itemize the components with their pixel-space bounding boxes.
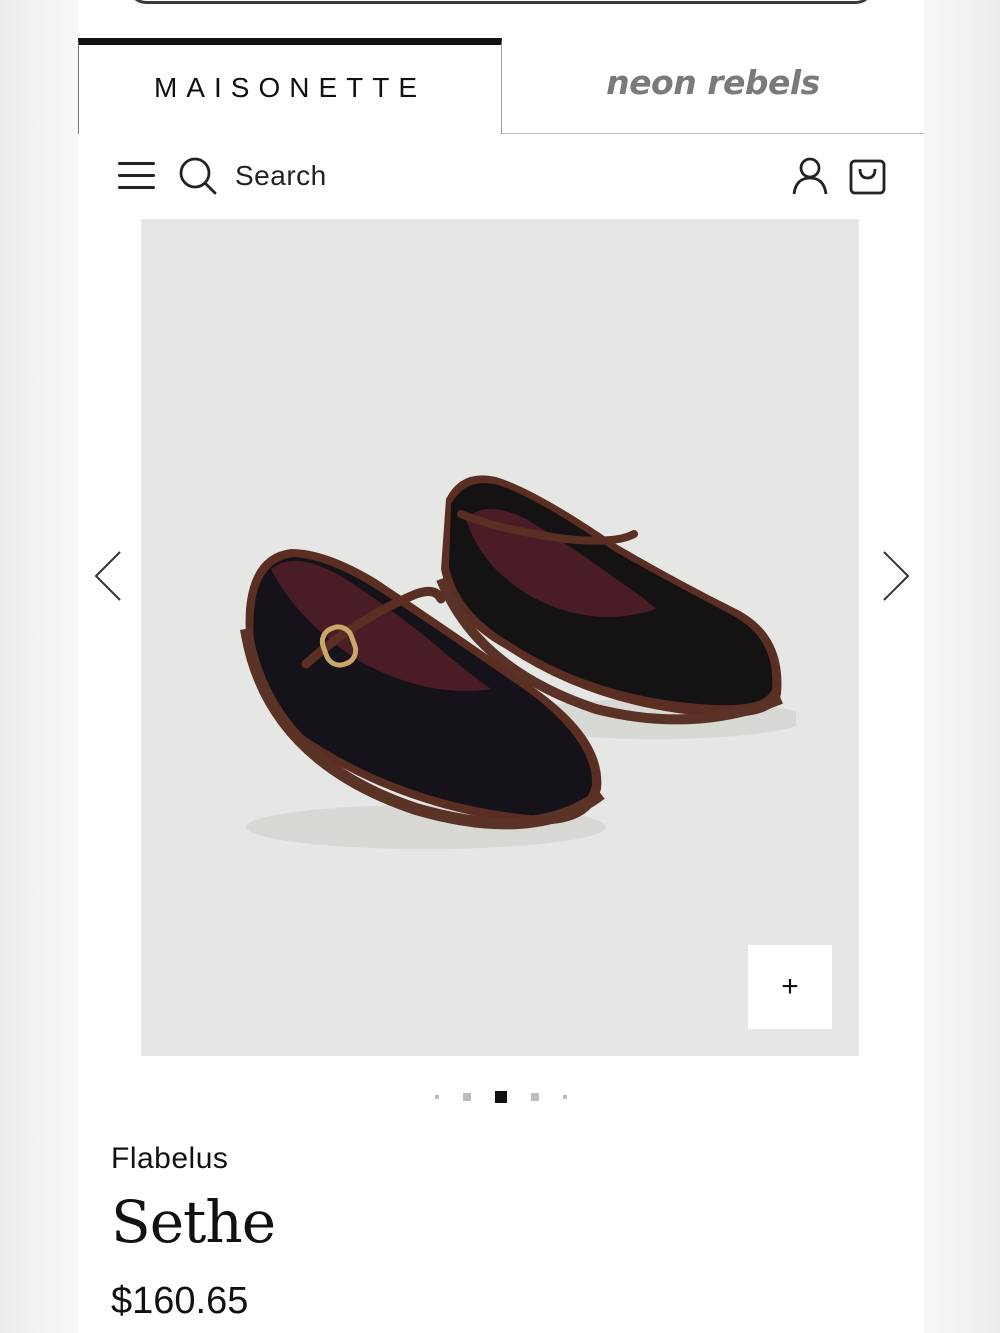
previous-image-arrow[interactable] (90, 548, 130, 604)
product-brand[interactable]: Flabelus (111, 1142, 228, 1176)
product-image-gallery[interactable]: + (141, 219, 859, 1056)
gallery-dot[interactable] (563, 1095, 567, 1099)
product-page: MAISONETTE neon rebels Search + Flabelus… (78, 0, 924, 1333)
brand-switcher: MAISONETTE neon rebels (78, 38, 924, 134)
gallery-pagination (78, 1090, 924, 1104)
product-price: $160.65 (111, 1280, 249, 1322)
product-title: Sethe (111, 1188, 276, 1256)
search-icon[interactable] (178, 156, 218, 196)
gallery-dot[interactable] (435, 1095, 439, 1099)
tab-maisonette[interactable]: MAISONETTE (78, 38, 502, 134)
next-image-arrow[interactable] (874, 548, 914, 604)
search-input[interactable]: Search (235, 160, 327, 192)
maisonette-logo: MAISONETTE (153, 71, 426, 103)
gallery-dot[interactable] (463, 1093, 471, 1101)
zoom-button[interactable]: + (748, 945, 832, 1029)
gallery-dot[interactable] (531, 1093, 539, 1101)
account-icon[interactable] (790, 156, 830, 196)
tab-neon-rebels[interactable]: neon rebels (502, 38, 924, 134)
right-backdrop (924, 0, 1000, 1333)
browser-top-edge (128, 0, 874, 4)
product-image (240, 475, 796, 849)
site-header: Search (78, 134, 924, 218)
neon-rebels-logo: neon rebels (606, 63, 820, 102)
gallery-dot-active[interactable] (495, 1091, 507, 1103)
menu-icon[interactable] (118, 160, 156, 190)
left-backdrop (0, 0, 78, 1333)
shopping-bag-icon[interactable] (848, 156, 888, 196)
